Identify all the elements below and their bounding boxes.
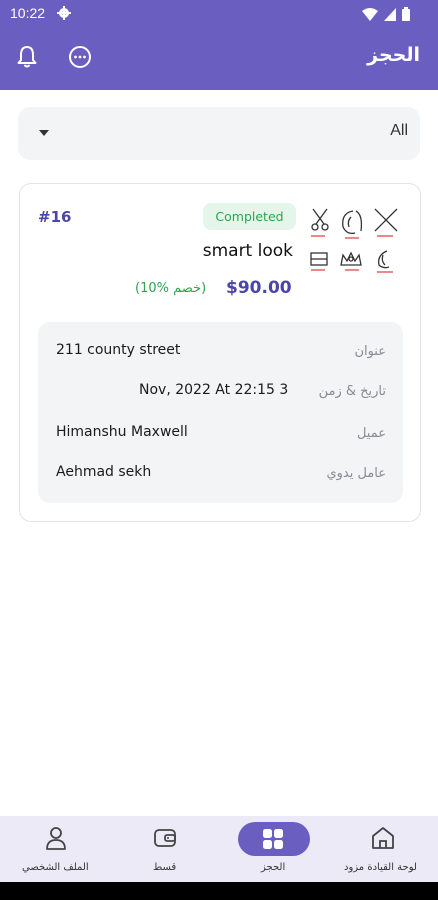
nav-label-dashboard[interactable]: لوحة القيادة مزود	[344, 862, 417, 873]
datetime-label: تاريخ & زمن	[318, 384, 386, 399]
booking-details-panel: 211 county street عنوان Nov, 2022 At 22:…	[38, 322, 403, 503]
filter-selected-value: All	[390, 122, 408, 139]
customer-value: Himanshu Maxwell	[56, 424, 188, 440]
salon-logo-image	[310, 208, 398, 273]
salon-name: smart look	[202, 241, 293, 261]
datetime-value: Nov, 2022 At 22:15 3	[139, 382, 289, 398]
signal-icon	[384, 7, 396, 21]
address-value: 211 county street	[56, 342, 181, 358]
booking-price: $90.00	[226, 278, 292, 298]
address-label: عنوان	[354, 344, 386, 359]
dropdown-caret-icon	[39, 130, 49, 136]
nav-label-profile[interactable]: الملف الشخصي	[22, 862, 89, 873]
booking-card[interactable]: #16 Completed smart look $90.00 (10% خصم…	[19, 183, 421, 522]
profile-icon	[46, 827, 66, 850]
home-icon[interactable]	[370, 825, 396, 851]
nav-label-booking[interactable]: الحجز	[261, 862, 285, 873]
status-badge: Completed	[203, 203, 296, 230]
system-gesture-bar	[0, 882, 438, 900]
booking-id: #16	[38, 208, 72, 226]
handyman-label: عامل يدوي	[326, 466, 386, 481]
detail-row-handyman: Aehmad sekh عامل يدوي	[38, 463, 403, 487]
discount-label: (10% خصم)	[135, 281, 207, 296]
detail-row-address: 211 county street عنوان	[38, 341, 403, 365]
battery-icon	[402, 7, 410, 21]
status-filter-dropdown[interactable]: All	[18, 107, 420, 160]
status-icons	[362, 7, 410, 21]
handyman-value: Aehmad sekh	[56, 464, 152, 480]
nav-item-profile[interactable]	[0, 0, 110, 66]
nav-label-installment[interactable]: قسط	[153, 862, 176, 873]
detail-row-datetime: Nov, 2022 At 22:15 3 تاريخ & زمن	[38, 381, 403, 405]
page-title: الحجز	[367, 44, 420, 66]
customer-label: عميل	[356, 426, 386, 441]
wifi-icon	[362, 7, 378, 21]
detail-row-customer: Himanshu Maxwell عميل	[38, 423, 403, 447]
booking-grid-icon[interactable]	[261, 827, 285, 851]
wallet-icon[interactable]	[152, 825, 178, 851]
